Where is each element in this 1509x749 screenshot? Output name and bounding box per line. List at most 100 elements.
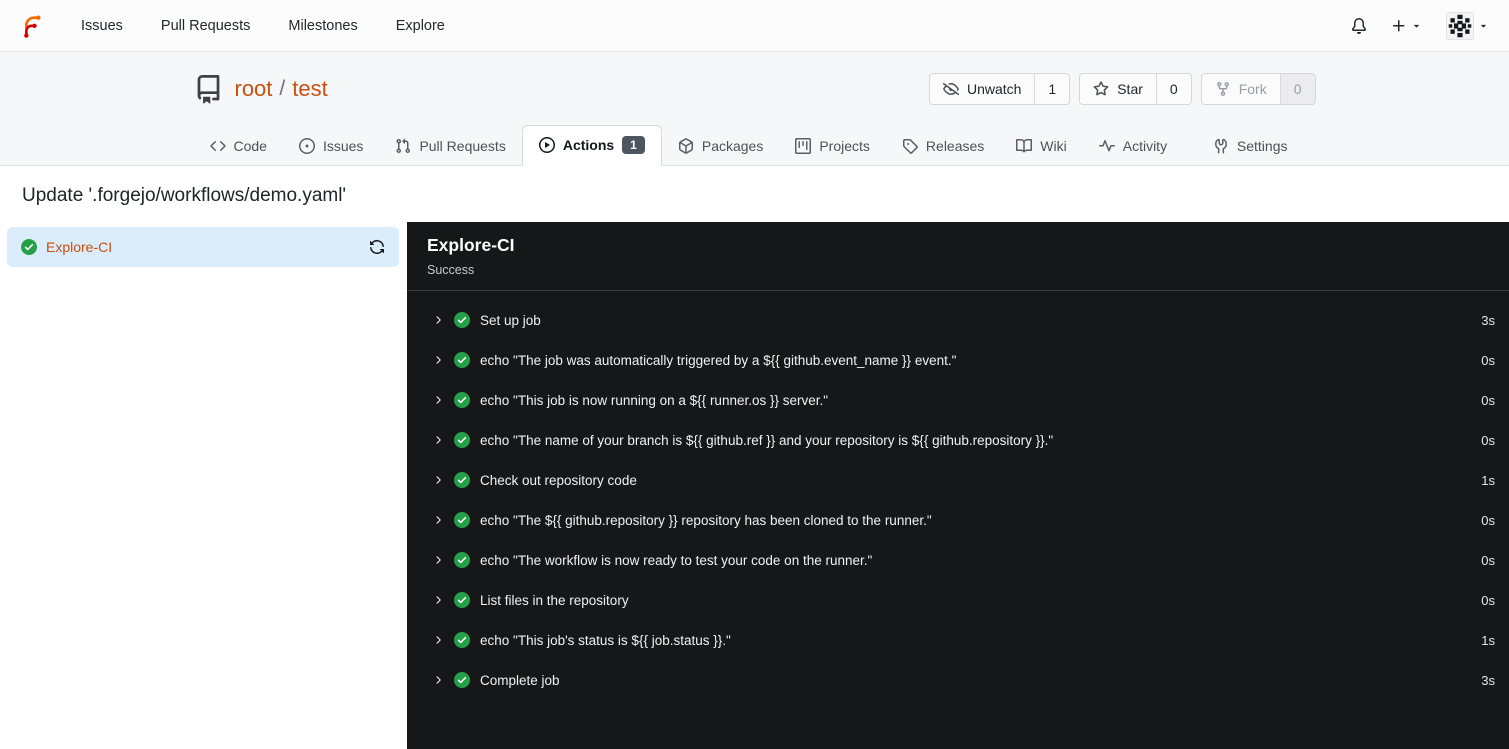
rerun-sync-icon[interactable] (369, 239, 385, 255)
tab-activity[interactable]: Activity (1083, 128, 1183, 165)
step-name: Set up job (480, 312, 541, 328)
repo-header: root / test Unwatch 1 Star 0 Fork 0 Code… (0, 52, 1509, 167)
step-name: Complete job (480, 672, 560, 688)
star-label: Star (1117, 81, 1143, 97)
sidebar-job-explore-ci[interactable]: Explore-CI (7, 227, 399, 268)
step-success-icon (454, 392, 470, 409)
workflow-step-row[interactable]: echo "The job was automatically triggere… (407, 340, 1509, 380)
project-icon (795, 138, 812, 155)
repo-owner-link[interactable]: root (235, 76, 273, 102)
chevron-down-icon (1480, 24, 1487, 28)
play-icon (538, 137, 555, 154)
plus-icon (1393, 19, 1405, 31)
book-icon (1016, 139, 1033, 153)
tab-releases[interactable]: Releases (886, 128, 1000, 165)
step-success-icon (454, 472, 470, 489)
git-pull-request-icon (396, 138, 411, 154)
nav-link-explore[interactable]: Explore (396, 18, 445, 34)
step-success-icon (454, 592, 470, 609)
tab-label: Activity (1122, 138, 1168, 155)
workflow-step-row[interactable]: echo "This job is now running on a ${{ r… (407, 380, 1509, 420)
step-duration: 0s (1481, 432, 1495, 448)
nav-link-issues[interactable]: Issues (81, 18, 123, 34)
code-icon (209, 141, 226, 152)
nav-link-milestones[interactable]: Milestones (288, 18, 357, 34)
stars-count[interactable]: 0 (1155, 74, 1191, 104)
step-name: List files in the repository (480, 592, 629, 608)
issue-opened-icon (298, 138, 315, 155)
create-new-dropdown[interactable] (1391, 18, 1422, 34)
step-duration: 1s (1481, 472, 1495, 488)
tab-issues[interactable]: Issues (283, 128, 379, 165)
forgejo-logo-icon[interactable] (20, 11, 45, 41)
fork-button[interactable]: Fork (1202, 74, 1280, 104)
jobs-sidebar: Explore-CI (0, 222, 407, 749)
tab-wiki[interactable]: Wiki (1000, 128, 1082, 165)
workflow-step-row[interactable]: List files in the repository 0s (407, 580, 1509, 620)
job-name: Explore-CI (46, 239, 113, 256)
step-duration: 0s (1481, 392, 1495, 408)
step-success-icon (454, 312, 470, 329)
tab-actions[interactable]: Actions 1 (521, 125, 662, 167)
step-success-icon (454, 352, 470, 369)
tab-projects[interactable]: Projects (779, 128, 886, 165)
tab-pull-requests[interactable]: Pull Requests (379, 128, 521, 165)
step-success-icon (454, 552, 470, 569)
unwatch-button-group: Unwatch 1 (928, 73, 1071, 105)
chevron-right-icon (436, 636, 441, 645)
step-name: echo "The workflow is now ready to test … (480, 552, 873, 568)
step-duration: 1s (1481, 632, 1495, 648)
repo-name-link[interactable]: test (292, 76, 327, 102)
tab-label: Wiki (1040, 138, 1067, 155)
tab-label: Actions (562, 137, 615, 154)
job-log-header: Explore-CI Success (407, 222, 1509, 292)
workflow-step-row[interactable]: echo "The name of your branch is ${{ git… (407, 420, 1509, 460)
tab-label: Pull Requests (419, 138, 506, 155)
job-log-panel: Explore-CI Success Set up job 3s echo "T… (407, 222, 1509, 749)
workflow-step-row[interactable]: Check out repository code 1s (407, 460, 1509, 500)
chevron-right-icon (436, 356, 441, 365)
step-success-icon (454, 432, 470, 449)
star-button-group: Star 0 (1079, 73, 1192, 105)
tab-settings[interactable]: Settings (1197, 128, 1304, 165)
actions-count-badge: 1 (622, 136, 645, 155)
notifications-bell-icon[interactable] (1351, 17, 1367, 34)
step-success-icon (454, 512, 470, 529)
watchers-count[interactable]: 1 (1034, 74, 1069, 104)
forks-count: 0 (1279, 74, 1315, 104)
workflow-step-row[interactable]: echo "This job's status is ${{ job.statu… (407, 620, 1509, 660)
tools-icon (1214, 139, 1227, 154)
chevron-right-icon (436, 516, 441, 525)
workflow-run-view: Explore-CI Explore-CI Success Set up job… (0, 222, 1509, 749)
step-name: echo "The ${{ github.repository }} repos… (480, 512, 932, 528)
repo-forked-icon (1216, 82, 1229, 97)
tab-label: Releases (925, 138, 985, 155)
step-duration: 0s (1481, 512, 1495, 528)
breadcrumb-separator: / (279, 77, 286, 100)
unwatch-button[interactable]: Unwatch (930, 74, 1034, 104)
step-duration: 0s (1481, 592, 1495, 608)
workflow-step-row[interactable]: echo "The ${{ github.repository }} repos… (407, 500, 1509, 540)
eye-closed-icon (942, 83, 959, 96)
user-menu-dropdown[interactable] (1446, 11, 1489, 40)
tab-packages[interactable]: Packages (662, 128, 779, 165)
tab-label: Issues (322, 138, 364, 155)
tab-code[interactable]: Code (194, 128, 283, 165)
chevron-right-icon (436, 556, 441, 565)
workflow-step-row[interactable]: Set up job 3s (407, 300, 1509, 340)
repo-tabs: Code Issues Pull Requests Actions 1 Pack… (194, 125, 1316, 167)
fork-button-group: Fork 0 (1200, 73, 1316, 105)
star-icon (1093, 81, 1109, 96)
chevron-down-icon (1413, 24, 1420, 28)
workflow-step-row[interactable]: echo "The workflow is now ready to test … (407, 540, 1509, 580)
repo-action-buttons: Unwatch 1 Star 0 Fork 0 (928, 73, 1316, 105)
top-navbar: Issues Pull Requests Milestones Explore (0, 0, 1509, 52)
nav-link-pull-requests[interactable]: Pull Requests (161, 18, 250, 34)
repository-icon (194, 74, 223, 104)
star-button[interactable]: Star (1080, 74, 1156, 104)
workflow-step-row[interactable]: Complete job 3s (407, 660, 1509, 700)
nav-links: Issues Pull Requests Milestones Explore (81, 18, 445, 34)
chevron-right-icon (436, 436, 441, 445)
step-duration: 0s (1481, 552, 1495, 568)
user-avatar (1446, 11, 1474, 40)
